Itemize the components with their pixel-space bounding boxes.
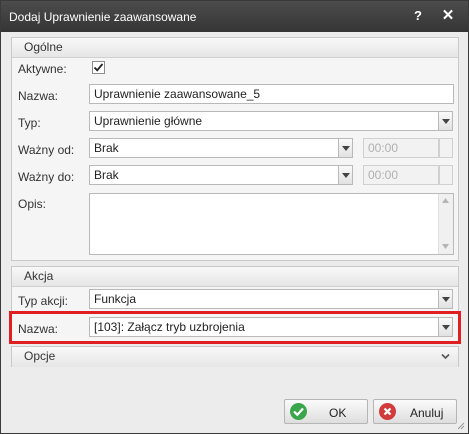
valid-to-dropdown-button[interactable] — [338, 165, 353, 185]
chevron-down-icon — [442, 297, 450, 302]
valid-to-label: Ważny do: — [18, 170, 75, 184]
scroll-arrows-icon — [442, 198, 449, 249]
active-checkbox[interactable] — [92, 61, 105, 74]
checkmark-icon — [93, 63, 104, 72]
active-label: Aktywne: — [18, 62, 67, 76]
description-textarea[interactable] — [89, 193, 454, 255]
window-title: Dodaj Uprawnienie zaawansowane — [9, 10, 197, 24]
type-select[interactable]: Uprawnienie główne — [89, 111, 439, 131]
expand-chevron-icon[interactable] — [441, 353, 450, 360]
cancel-label: Anuluj — [410, 406, 444, 420]
resize-grip-icon[interactable] — [457, 422, 465, 430]
valid-from-label: Ważny od: — [18, 143, 75, 157]
close-icon[interactable]: ✕ — [438, 7, 458, 25]
valid-from-dropdown-button[interactable] — [338, 138, 353, 158]
chevron-down-icon — [342, 146, 350, 151]
help-icon[interactable]: ? — [408, 7, 428, 25]
valid-to-time[interactable]: 00:00 — [363, 165, 439, 185]
title-bar[interactable]: Dodaj Uprawnienie zaawansowane ? ✕ — [1, 1, 468, 32]
valid-to-time-spinner[interactable] — [439, 165, 453, 185]
name-label: Nazwa: — [18, 89, 59, 103]
action-header: Akcja — [12, 267, 458, 287]
ok-icon — [290, 403, 307, 420]
chevron-down-icon — [342, 173, 350, 178]
general-header: Ogólne — [12, 38, 458, 58]
cancel-icon — [379, 403, 396, 420]
action-type-label: Typ akcji: — [18, 294, 69, 308]
options-header: Opcje — [12, 347, 458, 367]
dialog-window: Dodaj Uprawnienie zaawansowane ? ✕ Ogóln… — [0, 0, 469, 434]
valid-from-time-spinner[interactable] — [439, 138, 453, 158]
type-label: Typ: — [18, 116, 41, 130]
type-dropdown-button[interactable] — [438, 111, 453, 131]
name-input[interactable]: Uprawnienie zaawansowane_5 — [89, 84, 454, 104]
valid-from-select[interactable]: Brak — [89, 138, 339, 158]
description-scrollbar[interactable] — [438, 194, 453, 254]
highlight-frame — [9, 311, 461, 344]
options-group[interactable]: Opcje — [11, 346, 459, 367]
action-type-dropdown-button[interactable] — [438, 289, 453, 309]
ok-button[interactable]: OK — [284, 399, 368, 424]
general-group: Ogólne Aktywne: Nazwa: Uprawnienie zaawa… — [11, 37, 459, 261]
action-type-select[interactable]: Funkcja — [89, 289, 439, 309]
footer-area — [11, 371, 459, 399]
valid-to-select[interactable]: Brak — [89, 165, 339, 185]
cancel-button[interactable]: Anuluj — [373, 399, 457, 424]
valid-from-time[interactable]: 00:00 — [363, 138, 439, 158]
chevron-down-icon — [442, 119, 450, 124]
description-label: Opis: — [18, 197, 47, 211]
ok-label: OK — [329, 406, 347, 420]
